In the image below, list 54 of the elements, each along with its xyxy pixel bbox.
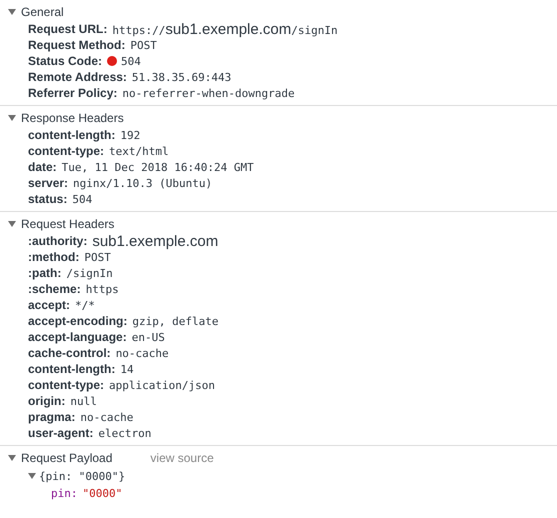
header-value: text/html: [109, 144, 169, 158]
header-value: 192: [120, 128, 140, 142]
section-header[interactable]: General: [0, 3, 64, 21]
header-value: POST: [84, 250, 111, 264]
header-name: :method:: [28, 250, 80, 264]
payload-value: "0000": [82, 486, 122, 500]
section-header[interactable]: Request Headers: [0, 215, 114, 233]
header-name: Request URL:: [28, 22, 108, 36]
header-value: en-US: [132, 330, 165, 344]
header-value: https://sub1.exemple.com/signIn: [112, 20, 338, 38]
header-value: POST: [130, 38, 157, 52]
header-value: */*: [75, 298, 95, 312]
header-name: :path:: [28, 266, 62, 280]
view-source-link[interactable]: view source: [150, 451, 214, 465]
header-name: :authority:: [28, 234, 88, 248]
header-name: accept-language:: [28, 330, 127, 344]
header-name: Status Code:: [28, 54, 102, 68]
header-value: /signIn: [66, 266, 113, 280]
header-value: sub1.exemple.com: [92, 232, 218, 250]
header-name: pragma:: [28, 410, 76, 424]
header-name: Referrer Policy:: [28, 86, 118, 100]
header-name: origin:: [28, 394, 66, 408]
header-name: content-type:: [28, 144, 104, 158]
header-value: application/json: [109, 378, 215, 392]
header-name: accept:: [28, 298, 70, 312]
header-name: cache-control:: [28, 346, 111, 360]
header-name: :scheme:: [28, 282, 81, 296]
header-name: status:: [28, 192, 68, 206]
header-name: Request Method:: [28, 38, 126, 52]
header-value: no-referrer-when-downgrade: [122, 86, 295, 100]
header-value: nginx/1.10.3 (Ubuntu): [73, 176, 212, 190]
header-name: Remote Address:: [28, 70, 127, 84]
header-name: date:: [28, 160, 57, 174]
header-value: Tue, 11 Dec 2018 16:40:24 GMT: [62, 160, 254, 174]
header-name: server:: [28, 176, 68, 190]
section-header[interactable]: Response Headers: [0, 109, 124, 127]
header-name: content-length:: [28, 128, 116, 142]
payload-key: pin:: [51, 486, 78, 500]
payload-tree-node[interactable]: {pin: "0000"}: [28, 470, 126, 482]
header-value: 504: [72, 192, 92, 206]
header-value: no-cache: [80, 410, 134, 424]
header-name: content-length:: [28, 362, 116, 376]
header-name: user-agent:: [28, 426, 94, 440]
header-value: gzip, deflate: [132, 314, 218, 328]
header-name: accept-encoding:: [28, 314, 128, 328]
header-value: 14: [120, 362, 134, 376]
header-name: content-type:: [28, 378, 104, 392]
section-header[interactable]: Request Payload: [0, 449, 112, 467]
header-value: null: [70, 394, 97, 408]
header-value: 51.38.35.69:443: [132, 70, 232, 84]
header-value: 504: [121, 54, 141, 68]
header-value: electron: [98, 426, 152, 440]
header-value: https: [86, 282, 119, 296]
header-value: no-cache: [116, 346, 169, 360]
